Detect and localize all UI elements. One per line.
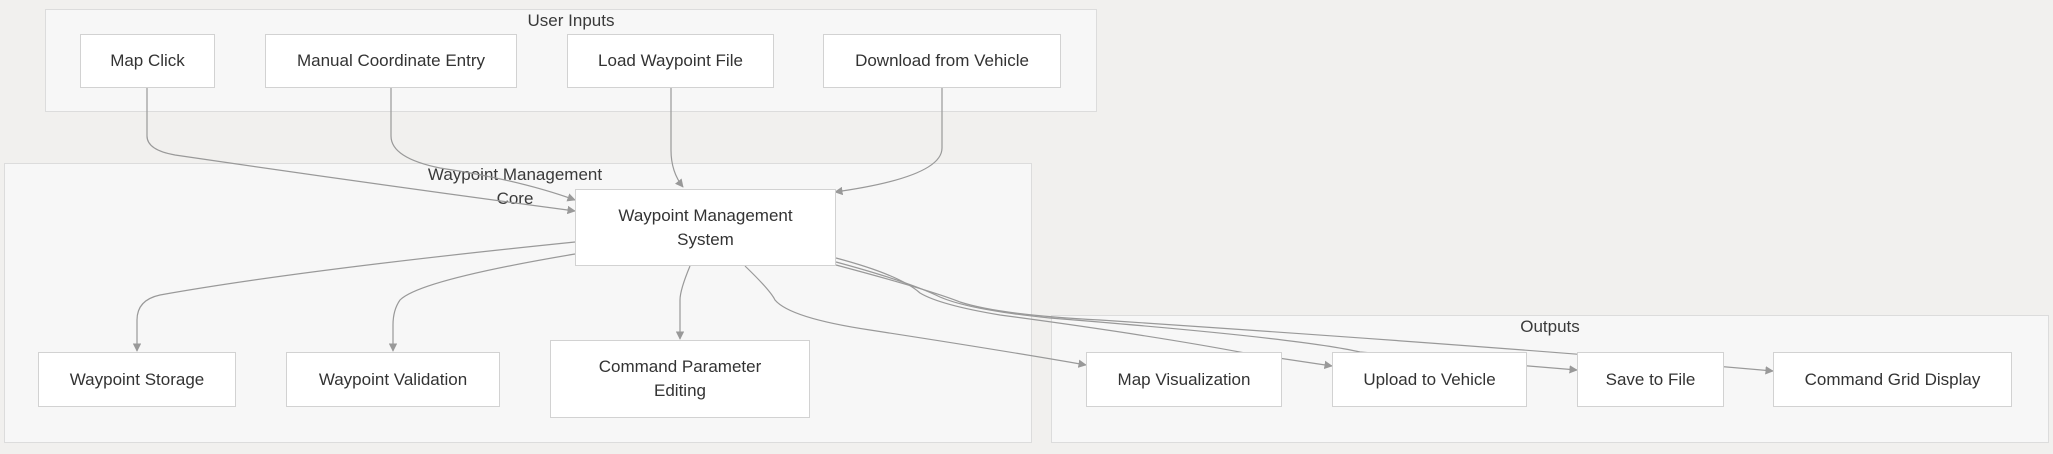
node-wms-line2: System — [677, 229, 734, 249]
node-command-parameter-editing: Command Parameter Editing — [550, 340, 810, 418]
node-map-click: Map Click — [80, 34, 215, 88]
node-manual-coordinate-entry: Manual Coordinate Entry — [265, 34, 517, 88]
node-download-from-vehicle: Download from Vehicle — [823, 34, 1061, 88]
node-upload-to-vehicle: Upload to Vehicle — [1332, 352, 1527, 407]
node-waypoint-storage: Waypoint Storage — [38, 352, 236, 407]
node-command-grid-display: Command Grid Display — [1773, 352, 2012, 407]
node-waypoint-management-system: Waypoint Management System — [575, 189, 836, 266]
cluster-label-core-line1: Waypoint Management — [427, 165, 603, 184]
cluster-label-outputs: Outputs — [1520, 317, 1580, 336]
node-waypoint-validation: Waypoint Validation — [286, 352, 500, 407]
node-save-to-file: Save to File — [1577, 352, 1724, 407]
node-load-waypoint-file: Load Waypoint File — [567, 34, 774, 88]
node-wms-line1: Waypoint Management — [618, 205, 793, 225]
cluster-label-user-inputs: User Inputs — [527, 11, 615, 30]
node-map-visualization: Map Visualization — [1086, 352, 1282, 407]
node-cmd-edit-line2: Editing — [654, 381, 706, 400]
node-cmd-edit-line1: Command Parameter — [598, 357, 762, 376]
